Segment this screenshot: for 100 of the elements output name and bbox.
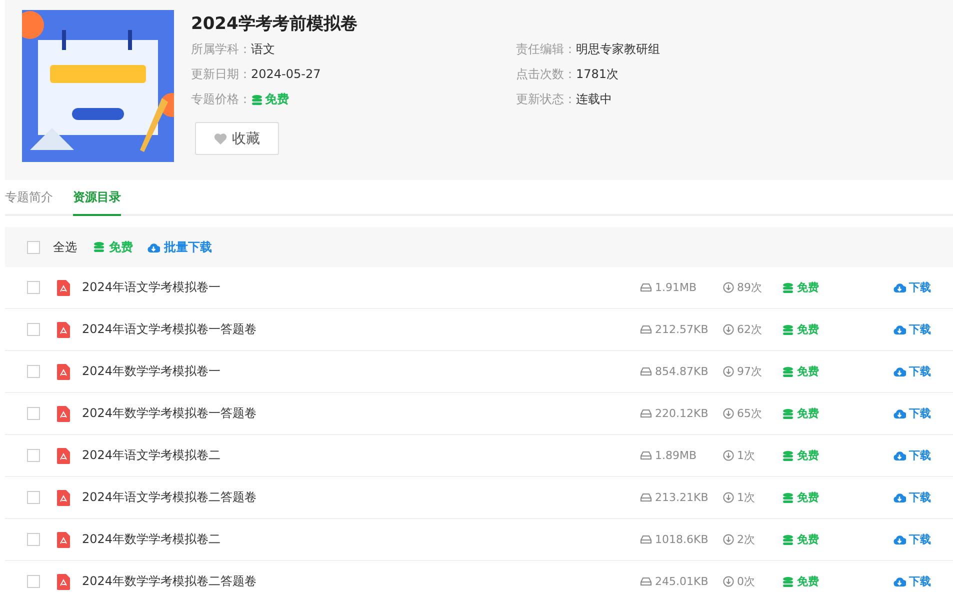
coins-icon (782, 450, 794, 462)
drive-icon (640, 577, 652, 586)
drive-icon (640, 409, 652, 418)
download-count-icon (723, 324, 734, 335)
download-link[interactable]: 下载 (909, 280, 931, 295)
price-label: 免费 (797, 448, 819, 463)
tab[interactable]: 专题简介 (5, 189, 53, 216)
download-link[interactable]: 下载 (909, 364, 931, 379)
checkbox[interactable] (27, 533, 40, 546)
coins-icon (782, 282, 794, 294)
price-label: 免费 (797, 532, 819, 547)
download-count-icon (723, 450, 734, 461)
checkbox[interactable] (27, 575, 40, 588)
checkbox[interactable] (27, 491, 40, 504)
file-name[interactable]: 2024年语文学考模拟卷一答题卷 (82, 321, 640, 338)
download-link[interactable]: 下载 (909, 574, 931, 589)
file-name[interactable]: 2024年数学学考模拟卷二答题卷 (82, 573, 640, 590)
drive-icon (640, 367, 652, 376)
file-name[interactable]: 2024年数学学考模拟卷一 (82, 363, 640, 380)
drive-icon (640, 535, 652, 544)
info-label: 点击次数： (516, 66, 576, 83)
cloud-download-icon (893, 282, 906, 293)
info-value: 1781次 (576, 66, 619, 83)
batch-download-link[interactable]: 批量下载 (164, 238, 212, 256)
cloud-download-icon (893, 534, 906, 545)
checkbox[interactable] (27, 323, 40, 336)
tab[interactable]: 资源目录 (73, 189, 121, 216)
cloud-download-icon (147, 242, 160, 252)
file-size: 212.57KB (655, 323, 708, 336)
download-link[interactable]: 下载 (909, 406, 931, 421)
checkbox[interactable] (27, 407, 40, 420)
free-filter[interactable]: 免费 (109, 238, 133, 256)
file-size: 1.89MB (655, 449, 697, 462)
download-count: 62次 (737, 322, 762, 337)
topic-title: 2024学考考前模拟卷 (191, 13, 358, 35)
price-value: 免费 (265, 91, 289, 108)
file-size: 245.01KB (655, 575, 708, 588)
price-label: 免费 (797, 490, 819, 505)
pdf-file-icon (57, 574, 70, 590)
favorite-button[interactable]: 收藏 (195, 122, 279, 155)
checkbox[interactable] (27, 449, 40, 462)
info-label: 更新日期： (191, 66, 251, 83)
pdf-file-icon (57, 532, 70, 548)
pdf-file-icon (57, 448, 70, 464)
cloud-download-icon (893, 408, 906, 419)
download-count-icon (723, 408, 734, 419)
file-name[interactable]: 2024年数学学考模拟卷二 (82, 531, 640, 548)
file-name[interactable]: 2024年语文学考模拟卷一 (82, 279, 640, 296)
file-size: 220.12KB (655, 407, 708, 420)
coins-icon (782, 408, 794, 420)
download-count: 1次 (737, 490, 755, 505)
download-count-icon (723, 282, 734, 293)
price-label: 免费 (797, 406, 819, 421)
price-label: 免费 (797, 280, 819, 295)
heart-icon (214, 132, 227, 144)
coins-icon (251, 94, 263, 106)
download-count-icon (723, 366, 734, 377)
download-count-icon (723, 534, 734, 545)
info-label: 专题价格： (191, 91, 251, 108)
download-count: 1次 (737, 448, 755, 463)
cloud-download-icon (893, 366, 906, 377)
download-count: 2次 (737, 532, 755, 547)
info-value: 明思专家教研组 (576, 41, 660, 58)
download-count: 65次 (737, 406, 762, 421)
download-link[interactable]: 下载 (909, 322, 931, 337)
coins-icon (782, 576, 794, 588)
coins-icon (782, 366, 794, 378)
download-link[interactable]: 下载 (909, 532, 931, 547)
pdf-file-icon (57, 322, 70, 338)
download-count: 89次 (737, 280, 762, 295)
drive-icon (640, 493, 652, 502)
download-link[interactable]: 下载 (909, 490, 931, 505)
file-name[interactable]: 2024年数学学考模拟卷一答题卷 (82, 405, 640, 422)
checkbox[interactable] (27, 281, 40, 294)
pdf-file-icon (57, 280, 70, 296)
info-value: 连载中 (576, 91, 612, 108)
file-size: 213.21KB (655, 491, 708, 504)
download-count: 97次 (737, 364, 762, 379)
file-name[interactable]: 2024年语文学考模拟卷二答题卷 (82, 489, 640, 506)
info-value: 2024-05-27 (251, 66, 321, 83)
drive-icon (640, 325, 652, 334)
coins-icon (782, 324, 794, 336)
download-count-icon (723, 576, 734, 587)
info-label: 所属学科： (191, 41, 251, 58)
download-link[interactable]: 下载 (909, 448, 931, 463)
checkbox[interactable] (27, 240, 40, 254)
file-size: 1018.6KB (655, 533, 708, 546)
cloud-download-icon (893, 492, 906, 503)
select-all-label[interactable]: 全选 (53, 238, 77, 256)
download-count-icon (723, 492, 734, 503)
info-value: 语文 (251, 41, 275, 58)
cloud-download-icon (893, 450, 906, 461)
file-name[interactable]: 2024年语文学考模拟卷二 (82, 447, 640, 464)
checkbox[interactable] (27, 365, 40, 378)
price-label: 免费 (797, 574, 819, 589)
coins-icon (782, 534, 794, 546)
drive-icon (640, 283, 652, 292)
price-label: 免费 (797, 364, 819, 379)
pdf-file-icon (57, 406, 70, 422)
pdf-file-icon (57, 364, 70, 380)
